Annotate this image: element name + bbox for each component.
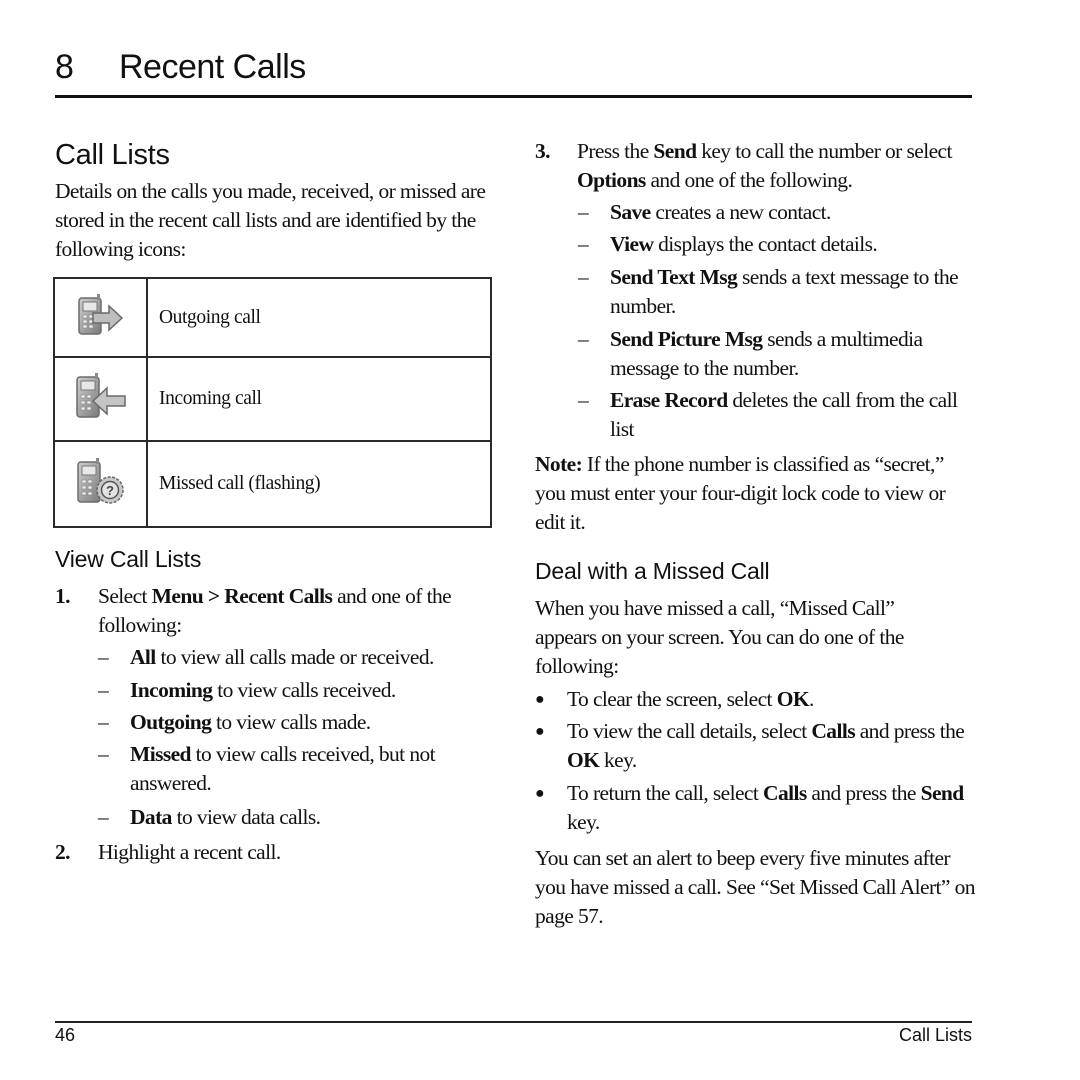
- step-number: 3.: [535, 139, 551, 163]
- page-number: 46: [55, 1025, 76, 1045]
- subheading-view-call-lists: View Call Lists: [55, 546, 202, 572]
- missed-call-closing: You can set an alert to beep every five …: [535, 846, 976, 928]
- svg-text:?: ?: [106, 483, 114, 498]
- table-row: ? Missed call (flashing): [53, 440, 492, 528]
- incoming-call-icon: [75, 372, 126, 418]
- table-row: Outgoing call: [53, 277, 492, 358]
- table-row: Incoming call: [53, 356, 492, 442]
- missed-call-icon: ?: [76, 457, 124, 504]
- chapter-title: 8 Recent Calls: [55, 44, 306, 90]
- note: Note: If the phone number is classified …: [535, 452, 946, 534]
- chapter-number: 8: [55, 48, 74, 86]
- footer-rule: [55, 1021, 972, 1023]
- step-number: 2.: [55, 840, 71, 864]
- step-number: 1.: [55, 584, 71, 608]
- call-lists-intro: Details on the calls you made, received,…: [55, 179, 486, 261]
- footer-section-title: Call Lists: [898, 1025, 972, 1045]
- section-heading-call-lists: Call Lists: [55, 139, 170, 171]
- subheading-missed-call: Deal with a Missed Call: [535, 558, 770, 584]
- outgoing-call-label: Outgoing call: [146, 277, 492, 358]
- header-rule: [55, 95, 972, 98]
- call-icons-table: Outgoing call Incoming call ? Missed cal…: [53, 277, 492, 528]
- chapter-name: Recent Calls: [119, 48, 306, 86]
- missed-call-intro: When you have missed a call, “Missed Cal…: [535, 596, 904, 678]
- note-label: Note:: [535, 452, 583, 476]
- incoming-call-label: Incoming call: [146, 356, 492, 442]
- missed-call-label: Missed call (flashing): [146, 440, 492, 528]
- outgoing-call-icon: [77, 294, 123, 335]
